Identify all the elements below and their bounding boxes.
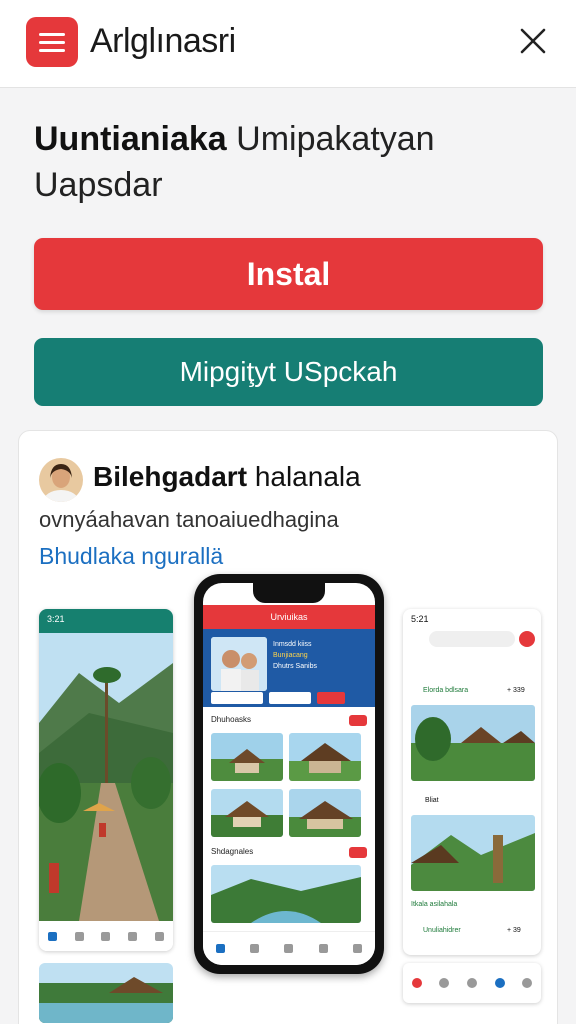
close-icon[interactable] [516,24,550,58]
place-tile[interactable] [289,733,361,781]
hero-button[interactable] [211,692,263,704]
list-item: Elorda bdlsara [423,687,469,694]
library-tab-icon[interactable] [128,931,138,941]
developer-name-bold: Bilehgadart [93,461,248,492]
apps-tab-icon[interactable] [284,944,294,953]
hero-buttons [211,692,345,704]
home-tab-icon[interactable] [47,931,57,941]
search-tab-icon[interactable] [74,931,84,941]
section-title: Dhuhoasks [211,715,252,724]
section-badge[interactable] [349,715,367,726]
status-bar: 3:21 [39,609,173,633]
village-road-image [39,633,173,921]
hero-line: Inmsdd kiiss [273,641,312,648]
phone-hero: Inmsdd kiiss Bunjiacang Dhutrs Sanibs [203,629,375,707]
section-badge[interactable] [349,847,367,858]
developer-card: Bilehgadart halanala ovnyáahavan tanoaiu… [18,430,558,1024]
hamburger-menu-icon[interactable] [26,17,78,67]
nav-icon[interactable] [466,978,477,988]
screenshot-right-2[interactable] [403,963,541,1003]
hero-photo [211,637,267,691]
hero-text: Inmsdd kiiss Bunjiacang Dhutrs Sanibs [273,639,317,672]
install-button[interactable]: Instal [34,238,543,310]
developer-link[interactable]: Bhudlaka ngurallä [39,543,223,570]
profile-icon[interactable] [519,631,535,647]
home-tab-icon[interactable] [215,944,225,953]
apps-tab-icon[interactable] [101,931,111,941]
hero-button[interactable] [269,692,311,704]
list-item: Unuliahidrer [423,927,461,934]
place-tile[interactable] [211,789,283,837]
phone-mockup[interactable]: Urviuikas Inmsdd kiiss Bunjiacang Dhutrs… [194,574,384,974]
developer-name: Bilehgadart halanala [93,461,361,493]
secondary-action-button[interactable]: Mipgiţyt USpckah [34,338,543,406]
app-headline: Uuntianiaka Umipakatyan Uapsdar [34,116,554,208]
nav-icon[interactable] [522,978,533,988]
list-item: Itkala asilahala [411,901,458,908]
place-tile[interactable] [411,815,535,891]
profile-tab-icon[interactable] [155,931,165,941]
profile-tab-icon[interactable] [353,944,363,953]
place-tile[interactable] [211,733,283,781]
place-tile-wide[interactable] [211,865,361,923]
nav-icon[interactable] [439,978,450,988]
phone-screen: Urviuikas Inmsdd kiiss Bunjiacang Dhutrs… [203,583,375,965]
screenshot-left[interactable]: 3:21 [39,609,173,951]
app-title: Arlglınasri [90,22,236,60]
list-item: Bliat [425,797,439,804]
screenshot-right[interactable]: 5:21 Elorda bdlsara + 339 Bliat Itkala a… [403,609,541,955]
hero-line: Dhutrs Sanibs [273,663,317,670]
place-tile[interactable] [411,705,535,781]
library-tab-icon[interactable] [318,944,328,953]
screenshot-left-2[interactable] [39,963,173,1023]
phone-header: Urviuikas [203,605,375,629]
bottom-tab-bar [39,921,173,951]
hero-line: Bunjiacang [273,652,308,659]
headline-bold: Uuntianiaka [34,120,227,158]
developer-name-rest: halanala [254,461,361,492]
developer-description: ovnyáahavan tanoaiuedhagina [39,507,339,532]
avatar[interactable] [39,458,83,502]
hero-button[interactable] [317,692,345,704]
price: + 39 [507,927,521,934]
phone-tab-bar [203,931,375,965]
place-tile[interactable] [289,789,361,837]
nav-icon[interactable] [494,978,505,988]
price: + 339 [507,687,525,694]
status-bar: 5:21 [411,614,429,624]
top-app-bar: Arlglınasri [0,0,576,88]
search-input[interactable] [429,631,515,647]
nav-icon[interactable] [411,978,422,988]
section-title: Shdagnales [211,847,254,856]
search-tab-icon[interactable] [250,944,260,953]
phone-notch [253,583,325,603]
